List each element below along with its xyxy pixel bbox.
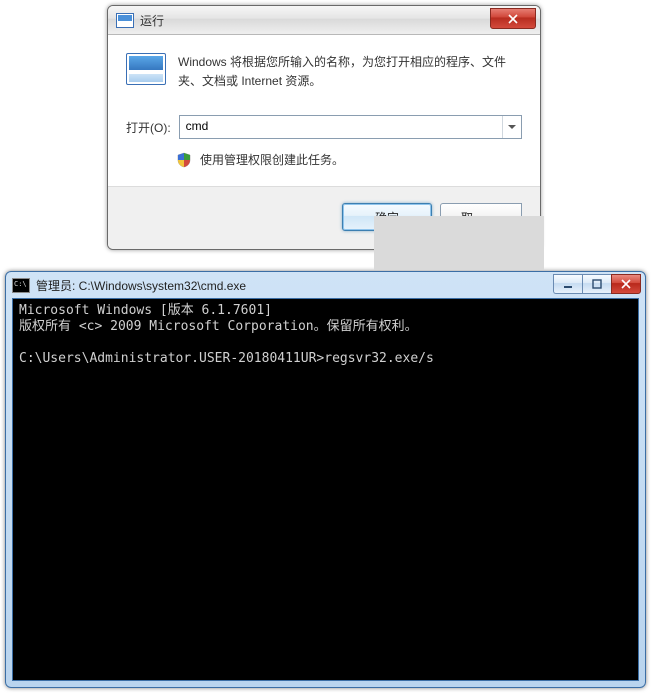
cmd-client-area[interactable]: Microsoft Windows [版本 6.1.7601] 版权所有 <c>… xyxy=(12,298,639,681)
open-label: 打开(O): xyxy=(126,119,171,136)
cmd-output: Microsoft Windows [版本 6.1.7601] 版权所有 <c>… xyxy=(19,303,632,367)
window-controls xyxy=(553,274,641,294)
close-icon xyxy=(508,14,518,24)
shield-text: 使用管理权限创建此任务。 xyxy=(200,151,344,168)
run-titlebar[interactable]: 运行 xyxy=(108,6,540,35)
run-dialog: 运行 Windows 将根据您所输入的名称，为您打开相应的程序、文件夹、文档或 … xyxy=(107,5,541,250)
open-input[interactable] xyxy=(180,116,502,136)
cmd-prompt: C:\Users\Administrator.USER-20180411UR>r… xyxy=(19,351,434,366)
cmd-window: 管理员: C:\Windows\system32\cmd.exe Microso… xyxy=(5,271,646,688)
cmd-line-1: Microsoft Windows [版本 6.1.7601] xyxy=(19,303,272,318)
minimize-button[interactable] xyxy=(553,274,582,294)
cmd-titlebar[interactable]: 管理员: C:\Windows\system32\cmd.exe xyxy=(6,272,645,298)
run-title: 运行 xyxy=(140,12,164,29)
shield-icon xyxy=(176,152,192,168)
run-body: Windows 将根据您所输入的名称，为您打开相应的程序、文件夹、文档或 Int… xyxy=(108,35,540,186)
run-description: Windows 将根据您所输入的名称，为您打开相应的程序、文件夹、文档或 Int… xyxy=(178,53,522,91)
close-icon xyxy=(621,279,631,289)
cmd-title: 管理员: C:\Windows\system32\cmd.exe xyxy=(36,277,246,294)
run-program-icon xyxy=(126,53,166,85)
cmd-line-2: 版权所有 <c> 2009 Microsoft Corporation。保留所有… xyxy=(19,319,418,334)
close-button[interactable] xyxy=(490,8,536,29)
obscured-region xyxy=(374,216,544,270)
run-title-icon xyxy=(116,13,134,28)
open-combobox[interactable] xyxy=(179,115,522,139)
cmd-title-icon xyxy=(12,278,30,293)
maximize-button[interactable] xyxy=(582,274,611,294)
cmd-close-button[interactable] xyxy=(611,274,641,294)
maximize-icon xyxy=(592,279,602,289)
minimize-icon xyxy=(563,279,573,289)
dropdown-arrow-icon[interactable] xyxy=(502,116,521,138)
